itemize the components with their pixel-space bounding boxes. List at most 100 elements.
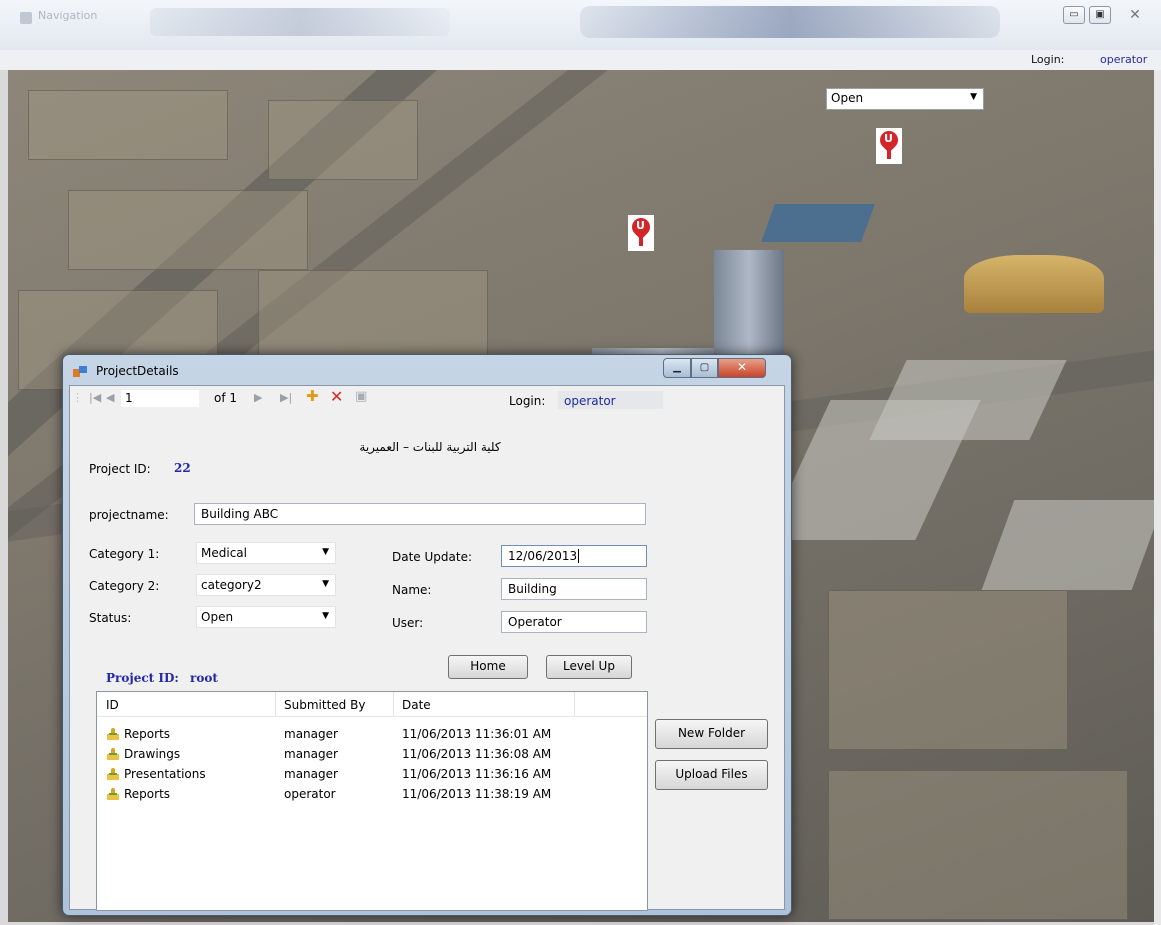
minimize-button[interactable]: ▭ (1063, 6, 1085, 24)
name-field[interactable]: Building (501, 578, 647, 600)
category1-select[interactable]: Medical ▼ (196, 542, 336, 564)
project-details-dialog: ProjectDetails ▁ ▢ ✕ ⋮ |◀ ◀ 1 of 1 ▶ ▶| … (62, 354, 792, 916)
column-header-id[interactable]: ID (106, 698, 119, 712)
map-block (828, 590, 1068, 750)
upload-files-button[interactable]: Upload Files (655, 760, 768, 790)
project-id-value: 22 (174, 461, 191, 475)
map-block (28, 90, 228, 160)
column-separator[interactable] (393, 692, 394, 716)
dialog-minimize-button[interactable]: ▁ (663, 358, 691, 378)
previous-record-icon[interactable]: ◀ (106, 391, 114, 404)
window-title: Navigation (38, 9, 98, 22)
item-submitted-by: manager (284, 727, 338, 741)
item-name: Presentations (124, 767, 206, 781)
item-submitted-by: manager (284, 767, 338, 781)
item-name: Reports (124, 787, 171, 801)
list-item[interactable]: Presentations manager 11/06/2013 11:36:1… (97, 765, 647, 785)
dialog-client-area: ⋮ |◀ ◀ 1 of 1 ▶ ▶| ✚ ✕ ▣ Login: operator… (69, 385, 785, 911)
dialog-close-button[interactable]: ✕ (718, 358, 766, 378)
dialog-maximize-button[interactable]: ▢ (691, 358, 718, 378)
close-icon: ✕ (1129, 7, 1141, 23)
file-list[interactable]: ID Submitted By Date Reports manager 11/… (96, 691, 648, 911)
navigator-toolbar: ⋮ |◀ ◀ 1 of 1 ▶ ▶| ✚ ✕ ▣ Login: operator (70, 386, 784, 412)
item-submitted-by: manager (284, 747, 338, 761)
close-icon: ✕ (736, 360, 748, 374)
project-id-label: Project ID: (89, 462, 151, 476)
toolbar-login-label: Login: (509, 394, 546, 408)
titlebar-blur (580, 6, 1000, 38)
maximize-icon: ▢ (699, 362, 710, 373)
column-separator[interactable] (275, 692, 276, 716)
record-position-input[interactable]: 1 (120, 389, 200, 408)
status-select[interactable]: Open ▼ (196, 606, 336, 628)
window-titlebar: Navigation ▭ ▣ ✕ (0, 0, 1161, 50)
column-header-date[interactable]: Date (402, 698, 431, 712)
status-label: Status: (89, 611, 132, 625)
chevron-down-icon: ▼ (970, 92, 977, 102)
next-record-icon[interactable]: ▶ (254, 391, 262, 404)
map-status-select[interactable]: Open ▼ (826, 88, 984, 110)
dialog-app-icon (73, 366, 87, 378)
map-marker[interactable]: U (628, 214, 654, 251)
category1-value: Medical (201, 546, 247, 560)
login-strip (0, 50, 1161, 70)
minimize-icon: ▁ (673, 362, 681, 373)
delete-record-icon[interactable]: ✕ (330, 387, 343, 406)
category2-label: Category 2: (89, 579, 160, 593)
map-marker[interactable]: U (876, 127, 902, 164)
maximize-button[interactable]: ▣ (1089, 6, 1111, 24)
user-field[interactable]: Operator (501, 611, 647, 633)
item-date: 11/06/2013 11:36:01 AM (402, 727, 552, 741)
name-value: Building (508, 582, 557, 596)
level-up-button[interactable]: Level Up (546, 655, 632, 679)
text-cursor (578, 549, 580, 563)
first-record-icon[interactable]: |◀ (89, 391, 101, 404)
close-button[interactable]: ✕ (1120, 6, 1150, 24)
name-label: Name: (392, 583, 432, 597)
projectname-label: projectname: (89, 508, 169, 522)
item-date: 11/06/2013 11:36:16 AM (402, 767, 552, 781)
home-button[interactable]: Home (448, 655, 528, 679)
last-record-icon[interactable]: ▶| (280, 391, 292, 404)
column-header-submitted-by[interactable]: Submitted By (284, 698, 365, 712)
date-update-value: 12/06/2013 (508, 549, 578, 563)
dialog-title: ProjectDetails (96, 364, 179, 378)
folder-icon (106, 788, 120, 801)
login-label: Login: (1031, 53, 1065, 66)
list-item[interactable]: Reports operator 11/06/2013 11:38:19 AM (97, 785, 647, 805)
list-item[interactable]: Drawings manager 11/06/2013 11:36:08 AM (97, 745, 647, 765)
save-record-icon[interactable]: ▣ (355, 389, 367, 404)
folder-icon (106, 748, 120, 761)
chevron-down-icon: ▼ (322, 547, 329, 557)
item-date: 11/06/2013 11:38:19 AM (402, 787, 552, 801)
projectname-value: Building ABC (201, 507, 279, 521)
map-marker-glyph: U (884, 132, 893, 145)
map-lot (869, 360, 1067, 440)
map-pin-tail (639, 236, 643, 246)
category2-select[interactable]: category2 ▼ (196, 574, 336, 596)
record-count: of 1 (214, 391, 238, 405)
map-lot (981, 500, 1154, 590)
status-value: Open (201, 610, 234, 624)
toolbar-login-user: operator (564, 394, 616, 408)
add-record-icon[interactable]: ✚ (306, 387, 319, 405)
projectname-field[interactable]: Building ABC (194, 503, 646, 525)
chevron-down-icon: ▼ (322, 579, 329, 589)
map-building (761, 204, 875, 242)
folder-icon (106, 768, 120, 781)
map-building (714, 250, 784, 370)
list-item[interactable]: Reports manager 11/06/2013 11:36:01 AM (97, 725, 647, 745)
app-icon (20, 12, 32, 24)
user-value: Operator (508, 615, 562, 629)
date-update-field[interactable]: 12/06/2013 (501, 545, 647, 567)
new-folder-button[interactable]: New Folder (655, 719, 768, 749)
date-update-label: Date Update: (392, 550, 472, 564)
user-label: User: (392, 616, 424, 630)
map-block (268, 100, 418, 180)
column-separator[interactable] (574, 692, 575, 716)
toolbar-grip-icon[interactable]: ⋮ (72, 391, 83, 404)
maximize-icon: ▣ (1095, 9, 1105, 20)
root-label: Project ID: (106, 671, 179, 685)
chevron-down-icon: ▼ (322, 611, 329, 621)
map-building (964, 255, 1104, 313)
